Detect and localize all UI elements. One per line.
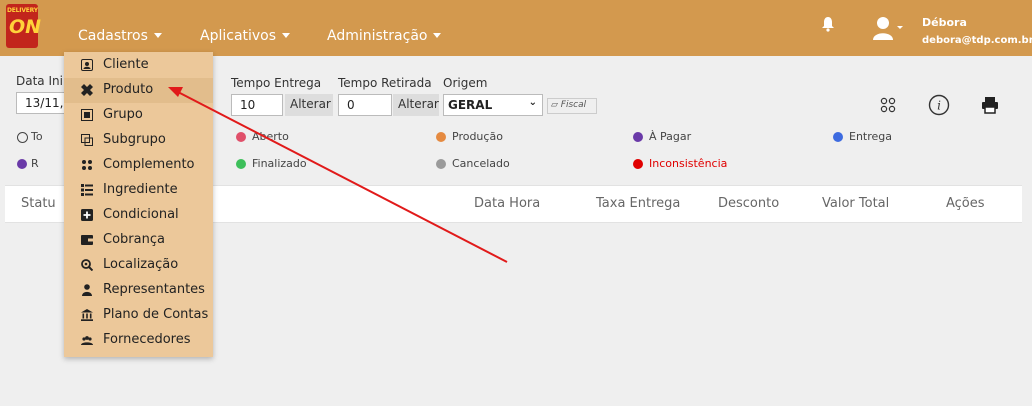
menu-item-localizacao[interactable]: Localização (64, 253, 213, 278)
fiscal-button[interactable]: ▱ Fiscal (547, 98, 597, 114)
col-desconto[interactable]: Desconto (718, 196, 779, 211)
nav-cadastros-label: Cadastros (78, 28, 148, 44)
user-avatar-icon[interactable] (873, 16, 903, 42)
logo-main-text: ON (9, 16, 42, 38)
chevron-down-icon (433, 33, 442, 38)
origem-select-value: GERAL (448, 98, 493, 112)
origem-select[interactable]: GERAL ⌄ (443, 94, 543, 116)
receipt-icon: ▱ (551, 100, 558, 110)
radio-todos[interactable] (17, 132, 28, 143)
menu-item-cobranca[interactable]: Cobrança (64, 228, 213, 253)
list-icon (81, 184, 93, 196)
nav-aplicativos-label: Aplicativos (200, 28, 277, 44)
col-status[interactable]: Statu (21, 196, 56, 211)
top-navbar: DELIVERY ON Cadastros Aplicativos Admini… (0, 0, 1032, 56)
legend-inconsistencia[interactable]: Inconsistência (649, 157, 727, 170)
tempo-entrega-label: Tempo Entrega (231, 76, 322, 90)
legend-partial-row2: R (31, 157, 39, 170)
boxes-icon (81, 84, 93, 96)
menu-item-fornecedores[interactable]: Fornecedores (64, 328, 213, 353)
legend-finalizado[interactable]: Finalizado (252, 157, 307, 170)
legend-dot-a-pagar (633, 132, 643, 142)
plus-square-icon (81, 209, 93, 221)
legend-dot-producao (436, 132, 446, 142)
logo-top-text: DELIVERY (7, 7, 38, 14)
legend-dot-finalizado (236, 159, 246, 169)
apps-grid-icon[interactable] (880, 97, 896, 113)
origem-label: Origem (443, 76, 488, 90)
menu-item-label: Cobrança (103, 232, 165, 247)
menu-item-subgrupo[interactable]: Subgrupo (64, 128, 213, 153)
bell-icon[interactable] (821, 16, 835, 32)
menu-item-representantes[interactable]: Representantes (64, 278, 213, 303)
tempo-retirada-input[interactable]: 0 (338, 94, 392, 116)
user-card-icon (81, 59, 93, 71)
legend-dot-inconsistencia (633, 159, 643, 169)
location-search-icon (81, 259, 93, 271)
menu-item-label: Ingrediente (103, 182, 178, 197)
data-inicio-label: Data Ini (16, 74, 63, 88)
legend-partial-row1: To (31, 130, 43, 143)
menu-item-grupo[interactable]: Grupo (64, 103, 213, 128)
menu-item-complemento[interactable]: Complemento (64, 153, 213, 178)
app-logo[interactable]: DELIVERY ON (6, 4, 42, 48)
chevron-down-icon (282, 33, 291, 38)
menu-item-label: Fornecedores (103, 332, 191, 347)
legend-cancelado[interactable]: Cancelado (452, 157, 510, 170)
tempo-retirada-alterar-button[interactable]: Alterar (393, 94, 439, 116)
info-icon[interactable]: i (928, 94, 950, 116)
tempo-retirada-label: Tempo Retirada (338, 76, 432, 90)
menu-item-label: Localização (103, 257, 179, 272)
person-icon (82, 284, 92, 296)
legend-entrega[interactable]: Entrega (849, 130, 892, 143)
menu-item-label: Subgrupo (103, 132, 166, 147)
tempo-entrega-input[interactable]: 10 (231, 94, 283, 116)
menu-item-label: Complemento (103, 157, 195, 172)
menu-item-produto[interactable]: Produto (64, 78, 213, 103)
grid-group-icon (81, 109, 93, 121)
dots-icon (82, 160, 92, 170)
menu-item-label: Plano de Contas (103, 307, 209, 322)
subgroup-icon (81, 134, 93, 146)
data-inicio-input[interactable]: 13/11, (16, 92, 64, 114)
nav-administracao-label: Administração (327, 28, 428, 44)
chevron-down-icon: ⌄ (528, 97, 537, 108)
nav-aplicativos[interactable]: Aplicativos (200, 28, 291, 44)
menu-item-ingrediente[interactable]: Ingrediente (64, 178, 213, 203)
menu-item-plano-de-contas[interactable]: Plano de Contas (64, 303, 213, 328)
user-name: Débora (922, 16, 967, 29)
col-data-hora[interactable]: Data Hora (474, 196, 540, 211)
menu-item-cliente[interactable]: Cliente (64, 53, 213, 78)
cadastros-dropdown-menu: Cliente Produto Grupo Subgrupo Complemen… (64, 52, 213, 357)
wallet-icon (81, 235, 93, 245)
menu-item-condicional[interactable]: Condicional (64, 203, 213, 228)
chevron-down-icon (153, 33, 162, 38)
col-acoes[interactable]: Ações (946, 196, 985, 211)
legend-dot-aberto (236, 132, 246, 142)
fiscal-label: Fiscal (560, 100, 587, 110)
menu-item-label: Condicional (103, 207, 179, 222)
menu-item-label: Produto (103, 82, 154, 97)
menu-item-label: Representantes (103, 282, 205, 297)
nav-cadastros[interactable]: Cadastros (78, 28, 162, 44)
legend-aberto[interactable]: Aberto (252, 130, 289, 143)
menu-item-label: Cliente (103, 57, 149, 72)
bank-icon (81, 309, 93, 321)
col-taxa-entrega[interactable]: Taxa Entrega (596, 196, 680, 211)
legend-a-pagar[interactable]: À Pagar (649, 130, 691, 143)
tempo-entrega-alterar-button[interactable]: Alterar (285, 94, 333, 116)
svg-text:i: i (937, 99, 941, 113)
people-icon (81, 336, 93, 345)
nav-administracao[interactable]: Administração (327, 28, 442, 44)
legend-dot-entrega (833, 132, 843, 142)
legend-producao[interactable]: Produção (452, 130, 503, 143)
menu-item-label: Grupo (103, 107, 143, 122)
print-icon[interactable] (981, 96, 999, 114)
legend-dot (17, 159, 27, 169)
legend-dot-cancelado (436, 159, 446, 169)
user-email: debora@tdp.com.br (922, 35, 1032, 46)
col-valor-total[interactable]: Valor Total (822, 196, 889, 211)
